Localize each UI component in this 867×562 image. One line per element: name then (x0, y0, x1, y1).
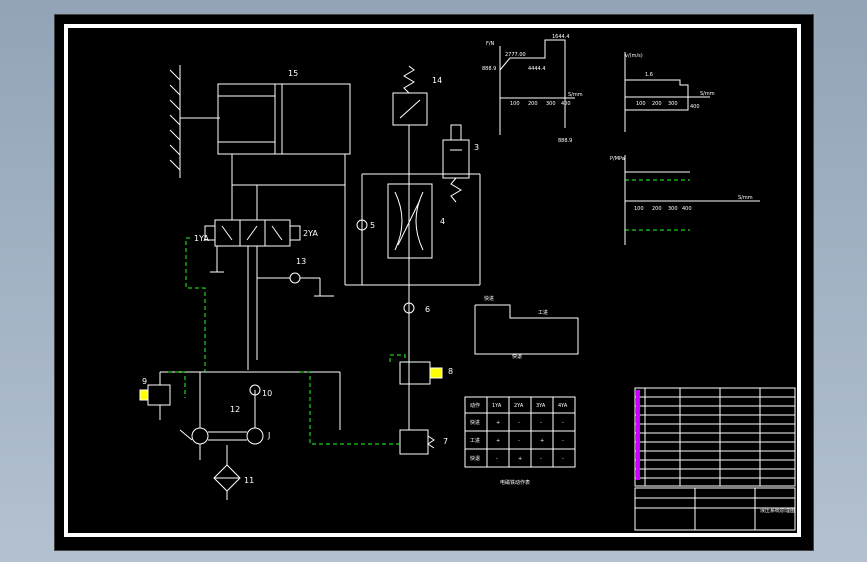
g1-low-left: 888.9 (482, 66, 496, 72)
drawing-title: 液压系统原理图 (760, 507, 795, 514)
label-throttle: 4 (440, 217, 445, 226)
g2-tick-2: 200 (652, 101, 662, 107)
g1-mid: 2777.00 (505, 52, 526, 58)
g1-tick-1: 100 (510, 101, 520, 107)
label-pump: 12 (230, 405, 240, 414)
g2-tick-1: 100 (636, 101, 646, 107)
g1-xlabel: S/mm (568, 92, 583, 98)
table-r2-c3: - (540, 456, 542, 462)
stop-valve[interactable] (442, 124, 470, 203)
table-r0-c4: - (562, 420, 564, 426)
g1-tick-2: 200 (528, 101, 538, 107)
g3-tick-2: 200 (652, 206, 662, 212)
label-switch: 14 (432, 76, 442, 85)
table-header-0: 动作 (470, 402, 480, 409)
g2-xlabel: S/mm (700, 91, 715, 97)
g1-mid2: 4444.4 (528, 66, 546, 72)
g2-value: 1.6 (645, 72, 653, 78)
table-r1-c3: + (540, 438, 544, 444)
label-motor: J (267, 431, 270, 440)
work-cycle-diagram (474, 304, 579, 355)
cycle-fast: 快进 (484, 295, 494, 302)
table-r1-c4: - (562, 438, 564, 444)
cycle-work: 工进 (538, 309, 548, 316)
label-check-13: 13 (296, 257, 306, 266)
g2-tick-3: 300 (668, 101, 678, 107)
label-valve-3: 3 (474, 143, 479, 152)
label-filter: 11 (244, 476, 254, 485)
g3-tick-3: 300 (668, 206, 678, 212)
table-r0-c1: + (496, 420, 500, 426)
check-valve-13[interactable] (257, 272, 334, 297)
label-sol-right: 2YA (303, 229, 318, 238)
g1-top: 1644.4 (552, 34, 570, 40)
label-valve-7: 7 (443, 437, 448, 446)
g1-tick-3: 300 (546, 101, 556, 107)
hydraulic-cylinder[interactable] (169, 65, 351, 178)
label-gauge: 5 (370, 221, 375, 230)
g3-ylabel: P/MPa (610, 156, 625, 162)
g2-tick-4: 400 (690, 104, 700, 110)
g3-xlabel: S/mm (738, 195, 753, 201)
label-cylinder: 15 (288, 69, 298, 78)
table-r0-c0: 快进 (470, 419, 480, 426)
label-check-10: 10 (262, 389, 272, 398)
label-sol-left: 1YA (194, 234, 209, 243)
label-relief: 9 (142, 377, 147, 386)
table-r2-c2: + (518, 456, 522, 462)
label-valve-8: 8 (448, 367, 453, 376)
table-r0-c2: - (518, 420, 520, 426)
table-r1-c2: - (518, 438, 520, 444)
table-r0-c3: - (540, 420, 542, 426)
g2-ylabel: v/(m/s) (625, 53, 643, 59)
filter (213, 445, 241, 500)
travel-switch[interactable] (392, 65, 428, 126)
parts-list-highlight (636, 390, 640, 480)
table-r1-c0: 工进 (470, 437, 480, 444)
table-header-3: 3YA (536, 403, 546, 409)
table-header-1: 1YA (492, 403, 502, 409)
table-r2-c4: - (562, 456, 564, 462)
table-r2-c1: - (496, 456, 498, 462)
g1-tick-4: 400 (561, 101, 571, 107)
throttle-valve[interactable] (387, 183, 433, 259)
g3-tick-1: 100 (634, 206, 644, 212)
cycle-back: 快退 (512, 353, 522, 360)
table-r2-c0: 快退 (470, 455, 480, 462)
table-r1-c1: + (496, 438, 500, 444)
valve-7[interactable] (399, 429, 435, 455)
velocity-graph (624, 52, 710, 132)
pump-motor[interactable] (160, 371, 340, 460)
label-check-6: 6 (425, 305, 430, 314)
g1-ylabel: F/N (486, 41, 495, 47)
valve-8[interactable] (399, 361, 443, 385)
hydraulic-schematic-canvas: 15 14 3 4 5 6 8 7 9 10 12 J 11 13 1YA 2Y… (139, 34, 796, 531)
table-caption: 电磁铁动作表 (500, 479, 530, 486)
table-header-2: 2YA (514, 403, 524, 409)
g3-tick-4: 400 (682, 206, 692, 212)
g1-low-right: 888.9 (558, 138, 572, 144)
table-header-4: 4YA (558, 403, 568, 409)
